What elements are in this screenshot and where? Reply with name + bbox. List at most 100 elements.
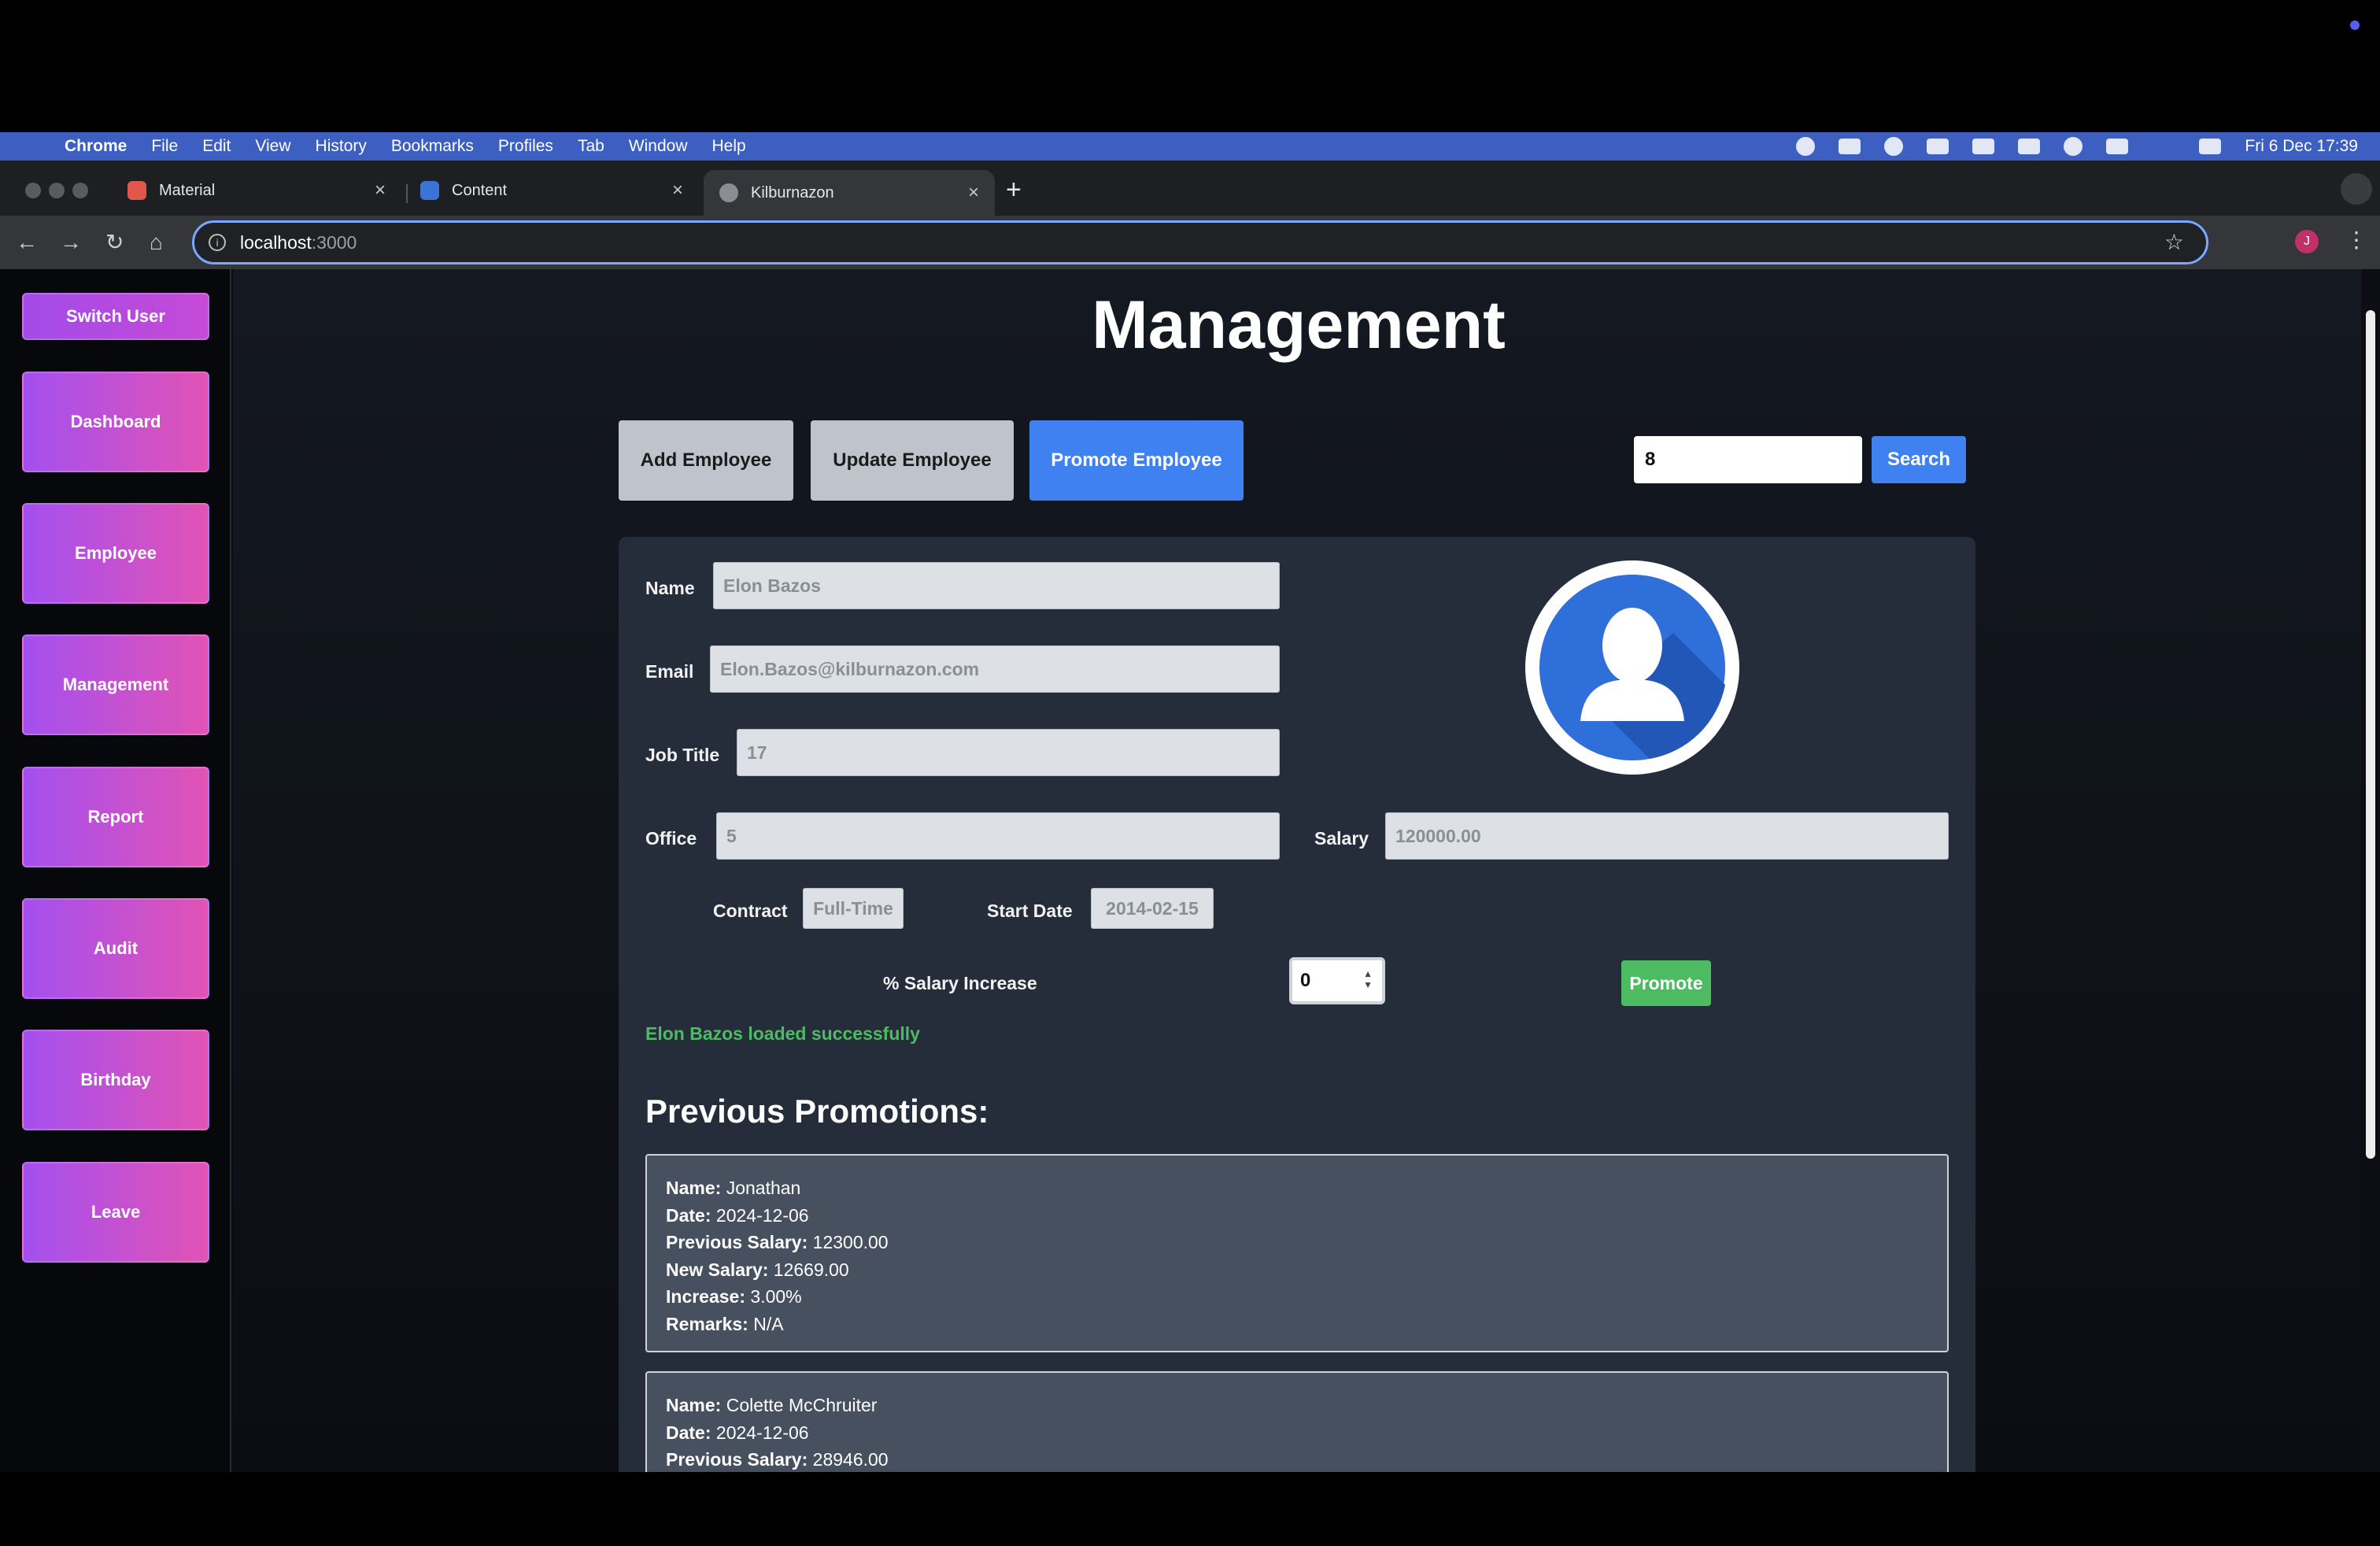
promotion-new-salary: New Salary: 12669.00 [666, 1259, 849, 1280]
material-favicon-icon [128, 181, 146, 200]
window-zoom-icon[interactable] [72, 183, 88, 198]
tab-kilburnazon[interactable]: Kilburnazon × [704, 170, 995, 216]
menu-file[interactable]: File [151, 137, 178, 156]
email-field[interactable]: Elon.Bazos@kilburnazon.com [710, 645, 1280, 693]
menu-bookmarks[interactable]: Bookmarks [391, 137, 474, 156]
search-button[interactable]: Search [1872, 436, 1966, 483]
input-source-icon[interactable] [2018, 139, 2041, 154]
chrome-menu-icon[interactable]: ⋮ [2345, 227, 2367, 253]
status-app-icon[interactable] [1796, 137, 1816, 156]
tab-material[interactable]: Material × [112, 170, 401, 211]
promotion-name: Name: Jonathan [666, 1178, 801, 1198]
content-favicon-icon [420, 181, 439, 200]
job-title-field[interactable]: 17 [737, 729, 1280, 776]
menu-help[interactable]: Help [712, 137, 746, 156]
menu-history[interactable]: History [316, 137, 367, 156]
promotion-card: Name: Jonathan Date: 2024-12-06 Previous… [645, 1154, 1949, 1352]
person-icon [1539, 575, 1725, 760]
site-info-icon[interactable]: i [209, 234, 226, 251]
salary-field[interactable]: 120000.00 [1385, 812, 1949, 860]
sidebar-item-employee[interactable]: Employee [22, 503, 209, 604]
indicator-dot [2350, 20, 2360, 30]
menubar-clock[interactable]: Fri 6 Dec 17:39 [2245, 137, 2358, 156]
scrollbar-thumb[interactable] [2366, 310, 2375, 1159]
reload-icon[interactable]: ↻ [105, 227, 124, 258]
email-label: Email [645, 661, 694, 682]
back-icon[interactable]: ← [16, 227, 38, 258]
status-app-icon[interactable] [1884, 137, 1904, 156]
forward-icon[interactable]: → [60, 227, 82, 258]
status-app-icon[interactable] [1927, 139, 1949, 154]
battery-icon[interactable] [2106, 139, 2129, 154]
screen-mirror-icon[interactable] [1839, 139, 1861, 154]
sidebar-item-birthday[interactable]: Birthday [22, 1030, 209, 1130]
new-tab-icon[interactable]: + [1006, 175, 1022, 205]
job-title-label: Job Title [645, 745, 720, 765]
start-date-label: Start Date [987, 901, 1073, 921]
close-tab-icon[interactable]: × [375, 179, 386, 202]
contract-label: Contract [713, 901, 788, 921]
page-title: Management [1092, 287, 1506, 363]
window-close-icon[interactable] [25, 183, 41, 198]
home-icon[interactable]: ⌂ [150, 227, 163, 258]
address-url[interactable]: localhost:3000 [240, 232, 357, 253]
promotion-date: Date: 2024-12-06 [666, 1422, 809, 1443]
screenshot-icon[interactable] [1972, 139, 1995, 154]
sidebar-item-leave[interactable]: Leave [22, 1162, 209, 1263]
promote-button[interactable]: Promote [1621, 960, 1711, 1006]
sidebar: Switch User Dashboard Employee Managemen… [0, 269, 231, 1472]
salary-label: Salary [1314, 828, 1369, 849]
add-employee-button[interactable]: Add Employee [619, 420, 793, 501]
name-label: Name [645, 578, 695, 598]
salary-increase-stepper[interactable]: 0 ▲ ▼ [1289, 957, 1385, 1004]
tab-content[interactable]: Content × [405, 170, 699, 211]
promote-employee-button[interactable]: Promote Employee [1029, 420, 1244, 501]
bookmark-star-icon[interactable]: ☆ [2164, 229, 2184, 255]
window-minimize-icon[interactable] [49, 183, 65, 198]
sidebar-item-dashboard[interactable]: Dashboard [22, 372, 209, 472]
menu-edit[interactable]: Edit [202, 137, 231, 156]
promotion-card: Name: Colette McChruiter Date: 2024-12-0… [645, 1371, 1949, 1472]
screen: Chrome File Edit View History Bookmarks … [0, 0, 2380, 1546]
close-tab-icon[interactable]: × [968, 182, 979, 204]
name-field[interactable]: Elon Bazos [713, 562, 1280, 609]
profile-avatar-icon[interactable]: J [2295, 230, 2319, 253]
status-message: Elon Bazos loaded successfully [645, 1023, 920, 1044]
promotion-previous-salary: Previous Salary: 28946.00 [666, 1449, 889, 1470]
switch-user-button[interactable]: Switch User [22, 293, 209, 340]
user-avatar-icon [1525, 560, 1739, 775]
contract-field[interactable]: Full-Time [803, 888, 904, 929]
menu-tab[interactable]: Tab [578, 137, 604, 156]
tab-label: Content [452, 181, 508, 199]
promotion-remarks: Remarks: N/A [666, 1313, 784, 1334]
sidebar-item-management[interactable]: Management [22, 634, 209, 735]
tab-label: Kilburnazon [751, 183, 834, 202]
stepper-value: 0 [1300, 970, 1311, 991]
sidebar-item-report[interactable]: Report [22, 767, 209, 867]
browser-tab-strip: Material × Content × Kilburnazon × + [0, 161, 2380, 216]
stepper-arrows-icon[interactable]: ▲ ▼ [1363, 968, 1373, 990]
tab-label: Material [159, 181, 216, 199]
globe-icon [719, 183, 738, 202]
previous-promotions-heading: Previous Promotions: [645, 1093, 989, 1130]
office-field[interactable]: 5 [716, 812, 1280, 860]
employee-search-input[interactable] [1634, 436, 1862, 483]
close-tab-icon[interactable]: × [672, 179, 683, 202]
menu-app-name[interactable]: Chrome [65, 137, 127, 156]
airdrop-icon[interactable] [2064, 137, 2083, 156]
sidebar-item-audit[interactable]: Audit [22, 898, 209, 999]
start-date-field[interactable]: 2014-02-15 [1091, 888, 1214, 929]
update-employee-button[interactable]: Update Employee [811, 420, 1014, 501]
tab-search-icon[interactable] [2341, 173, 2372, 205]
browser-toolbar: ← → ↻ ⌂ i localhost:3000 ☆ J ⋮ [0, 216, 2380, 269]
page-viewport: Switch User Dashboard Employee Managemen… [0, 269, 2380, 1472]
promotion-name: Name: Colette McChruiter [666, 1395, 878, 1415]
salary-increase-label: % Salary Increase [883, 973, 1037, 993]
control-center-icon[interactable] [2199, 139, 2222, 154]
office-label: Office [645, 828, 697, 849]
menu-view[interactable]: View [255, 137, 290, 156]
menu-profiles[interactable]: Profiles [498, 137, 553, 156]
main-content: Management Add Employee Update Employee … [233, 269, 2361, 1472]
menu-window[interactable]: Window [629, 137, 688, 156]
address-bar[interactable]: i localhost:3000 ☆ [192, 220, 2208, 264]
